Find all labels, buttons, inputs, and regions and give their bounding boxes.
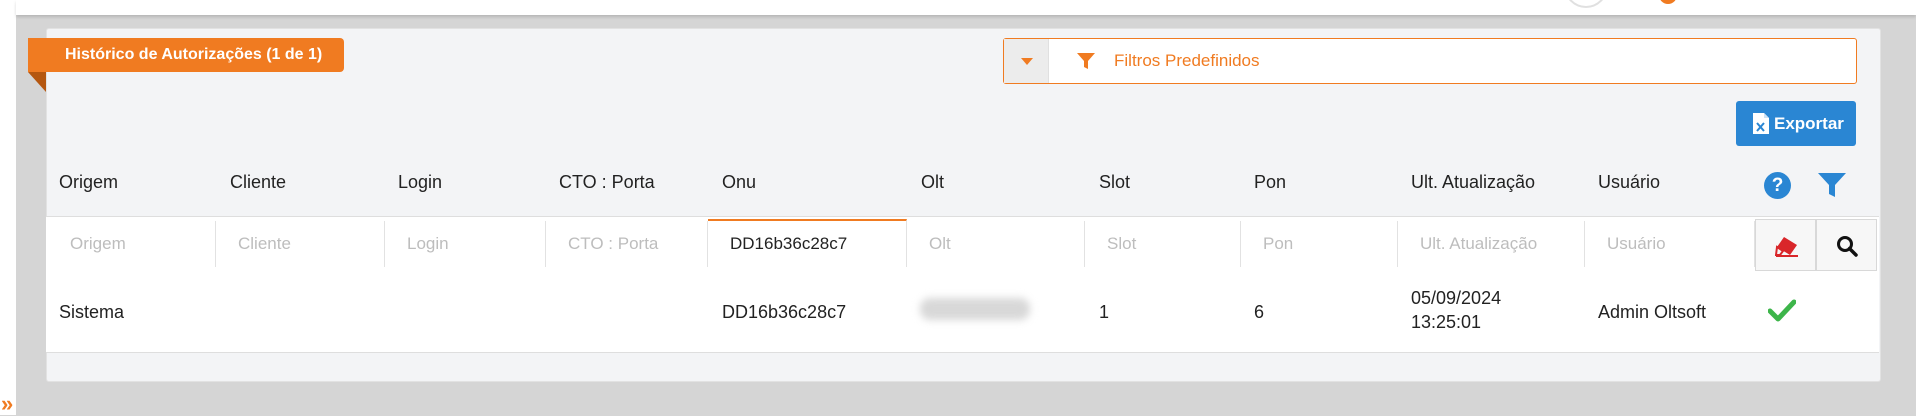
column-header-ult-atualizacao[interactable]: Ult. Atualização [1411, 172, 1535, 193]
filter-cell-pon [1241, 221, 1398, 267]
filter-input-olt[interactable] [907, 221, 1084, 267]
column-header-slot[interactable]: Slot [1099, 172, 1130, 193]
filter-input-onu[interactable] [708, 221, 906, 267]
column-header-olt[interactable]: Olt [921, 172, 944, 193]
funnel-icon [1077, 53, 1095, 69]
eraser-icon [1775, 237, 1798, 257]
export-button[interactable]: Exportar [1736, 101, 1856, 146]
expand-sidebar-icon[interactable]: » [1, 393, 13, 415]
user-avatar[interactable] [1564, 0, 1608, 8]
filter-cell-slot [1085, 221, 1241, 267]
filter-input-login[interactable] [385, 221, 545, 267]
filter-cell-olt [907, 221, 1085, 267]
filter-input-cto-porta[interactable] [546, 221, 707, 267]
column-filter-row [46, 216, 1879, 274]
table-row[interactable]: Sistema DD16b36c28c7 1 6 05/09/2024 13:2… [46, 272, 1879, 353]
check-icon [1768, 299, 1796, 322]
filter-input-pon[interactable] [1241, 221, 1397, 267]
top-bar [16, 0, 1916, 15]
filter-cell-onu [708, 219, 907, 267]
excel-file-icon [1753, 113, 1769, 134]
filter-cell-ult-atualizacao [1398, 221, 1585, 267]
filter-input-cliente[interactable] [216, 221, 384, 267]
search-button[interactable] [1816, 219, 1877, 271]
filter-cell-cliente [216, 221, 385, 267]
panel-title: Histórico de Autorizações (1 de 1) [28, 38, 345, 72]
column-header-login[interactable]: Login [398, 172, 442, 193]
clear-filters-button[interactable] [1755, 219, 1816, 271]
caret-down-icon [1021, 58, 1033, 65]
column-header-usuario[interactable]: Usuário [1598, 172, 1660, 193]
filter-cell-login [385, 221, 546, 267]
cell-pon: 6 [1254, 302, 1265, 322]
predefined-filters-dropdown[interactable]: Filtros Predefinidos [1003, 38, 1857, 84]
column-header-pon[interactable]: Pon [1254, 172, 1286, 193]
cell-ult-atualizacao-time: 13:25:01 [1411, 312, 1482, 332]
left-sidebar-strip: » [0, 0, 16, 415]
panel-title-fold [28, 72, 46, 92]
filter-input-origem[interactable] [48, 221, 215, 267]
export-label: Exportar [1774, 114, 1844, 133]
predefined-filters-label: Filtros Predefinidos [1114, 51, 1260, 70]
cell-slot: 1 [1099, 302, 1110, 322]
filter-input-slot[interactable] [1085, 221, 1240, 267]
column-header-cliente[interactable]: Cliente [230, 172, 286, 193]
search-icon [1837, 236, 1858, 257]
column-header-cto-porta[interactable]: CTO : Porta [559, 172, 655, 193]
filter-cell-cto-porta [546, 221, 708, 267]
column-header-onu[interactable]: Onu [722, 172, 756, 193]
filter-cell-usuario [1585, 221, 1755, 267]
filter-input-ult-atualizacao[interactable] [1398, 221, 1584, 267]
filters-toggle-button[interactable] [1004, 39, 1049, 83]
cell-usuario: Admin Oltsoft [1598, 302, 1707, 322]
cell-origem: Sistema [59, 302, 125, 322]
help-icon[interactable]: ? [1764, 172, 1791, 199]
column-header-origem[interactable]: Origem [59, 172, 118, 193]
filter-cell-origem [48, 221, 216, 267]
cell-ult-atualizacao-date: 05/09/2024 [1411, 288, 1502, 308]
notification-badge-icon[interactable] [1659, 0, 1677, 4]
cell-onu: DD16b36c28c7 [722, 302, 847, 322]
cell-olt-redacted [920, 298, 1030, 320]
filter-input-usuario[interactable] [1585, 221, 1754, 267]
column-filter-funnel-icon[interactable] [1817, 171, 1847, 199]
